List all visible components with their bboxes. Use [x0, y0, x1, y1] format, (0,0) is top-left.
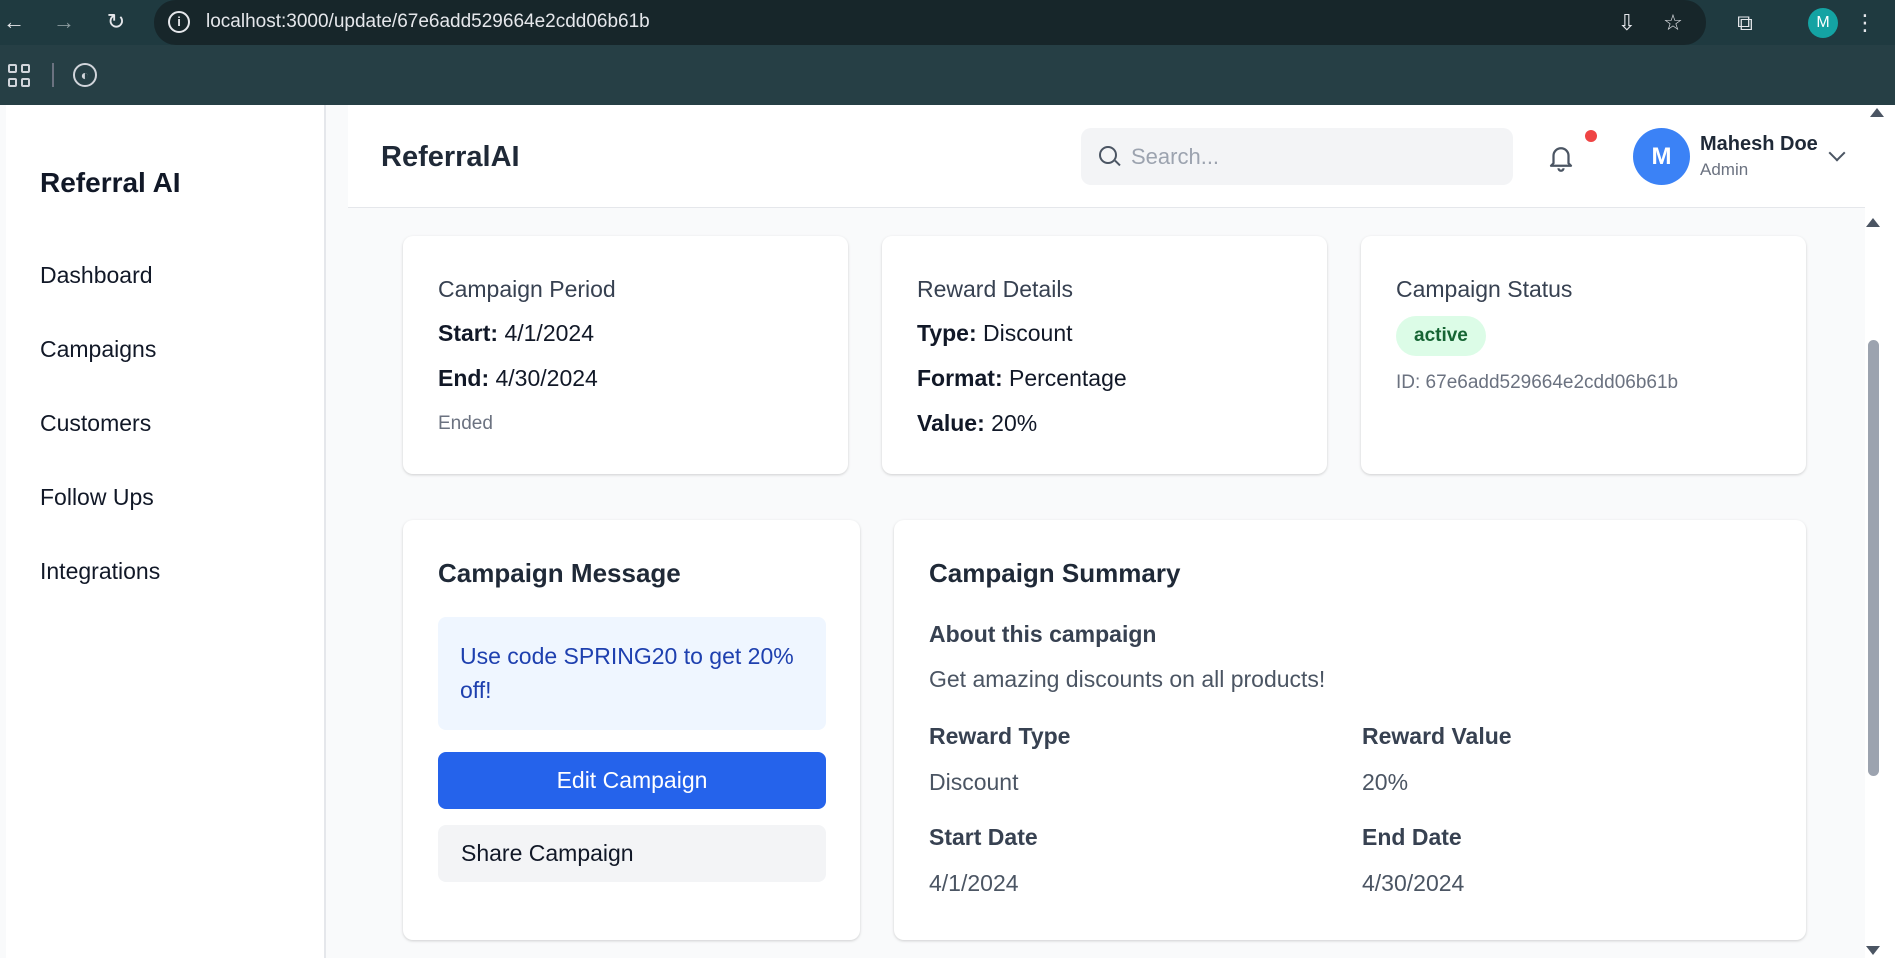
forward-arrow-icon[interactable]: → [52, 10, 76, 34]
url-text[interactable]: localhost:3000/update/67e6add529664e2cdd… [206, 11, 650, 33]
bookmarks-divider [52, 63, 54, 87]
scrollbar-thumb[interactable] [1868, 340, 1879, 776]
value-value: 20% [991, 410, 1038, 436]
sidebar-item-dashboard[interactable]: Dashboard [40, 262, 153, 289]
end-value: 4/30/2024 [495, 365, 598, 391]
end-row: End: 4/30/2024 [438, 365, 598, 392]
back-arrow-icon[interactable]: ← [2, 10, 26, 34]
sidebar-item-campaigns[interactable]: Campaigns [40, 336, 156, 363]
type-value: Discount [983, 320, 1073, 346]
globe-icon[interactable]: ◐ [73, 63, 97, 87]
sidebar-item-follow-ups[interactable]: Follow Ups [40, 484, 154, 511]
campaign-period-card: Campaign Period Start: 4/1/2024 End: 4/3… [403, 236, 848, 474]
campaign-message-card: Campaign Message Use code SPRING20 to ge… [403, 520, 860, 940]
about-text: Get amazing discounts on all products! [929, 666, 1326, 692]
browser-toolbar: ← → ↻ i localhost:3000/update/67e6add529… [0, 0, 1895, 45]
search-icon [1099, 146, 1117, 164]
start-value: 4/1/2024 [504, 320, 594, 346]
scroll-up-arrow-icon[interactable] [1870, 108, 1884, 117]
more-menu-icon[interactable]: ⋮ [1852, 10, 1878, 36]
value-label: Value: [917, 410, 985, 436]
profile-avatar[interactable]: M [1808, 8, 1838, 38]
card-heading: Reward Details [917, 276, 1073, 302]
notification-dot [1585, 130, 1597, 142]
end-label: End: [438, 365, 490, 391]
value-row: Value: 20% [917, 410, 1037, 437]
type-label: Type: [917, 320, 977, 346]
sidebar-item-customers[interactable]: Customers [40, 410, 151, 437]
section-title: Campaign Summary [929, 558, 1181, 588]
campaign-id: ID: 67e6add529664e2cdd06b61b [1396, 372, 1679, 393]
status-badge: active [1396, 316, 1486, 356]
reload-icon[interactable]: ↻ [104, 10, 128, 34]
scroll-down-arrow-icon[interactable] [1866, 946, 1880, 955]
reward-type-value: Discount [929, 769, 1019, 795]
end-date-label: End Date [1362, 824, 1462, 850]
start-row: Start: 4/1/2024 [438, 320, 594, 347]
search-input[interactable] [1131, 128, 1501, 185]
reward-type-label: Reward Type [929, 723, 1071, 749]
sidebar-item-integrations[interactable]: Integrations [40, 558, 160, 585]
reward-value-value: 20% [1362, 769, 1409, 795]
bell-icon[interactable] [1546, 141, 1576, 173]
format-value: Percentage [1009, 365, 1127, 391]
format-row: Format: Percentage [917, 365, 1127, 392]
section-title: Campaign Message [438, 558, 681, 588]
end-date-value: 4/30/2024 [1362, 870, 1465, 896]
page-title: ReferralAI [381, 141, 520, 173]
address-bar[interactable]: i localhost:3000/update/67e6add529664e2c… [154, 0, 1706, 45]
type-row: Type: Discount [917, 320, 1073, 347]
reward-details-card: Reward Details Type: Discount Format: Pe… [882, 236, 1327, 474]
user-role: Admin [1700, 160, 1749, 179]
bookmark-star-icon[interactable]: ☆ [1660, 10, 1686, 36]
card-heading: Campaign Period [438, 276, 616, 302]
reward-value-label: Reward Value [1362, 723, 1512, 749]
campaign-message-text: Use code SPRING20 to get 20% off! [438, 617, 826, 730]
app-shell: Referral AI Dashboard Campaigns Customer… [0, 105, 1895, 958]
site-info-icon[interactable]: i [168, 11, 190, 33]
user-name[interactable]: Mahesh Doe [1700, 133, 1818, 156]
apps-grid-icon[interactable] [8, 64, 32, 88]
start-label: Start: [438, 320, 499, 346]
sidebar: Referral AI Dashboard Campaigns Customer… [6, 105, 326, 958]
chevron-down-icon[interactable] [1828, 144, 1846, 162]
about-label: About this campaign [929, 621, 1157, 647]
extensions-icon[interactable]: ⧉ [1732, 10, 1758, 36]
edit-campaign-button[interactable]: Edit Campaign [438, 752, 826, 809]
top-header: ReferralAI M Mahesh Doe Admin [348, 105, 1895, 208]
sidebar-brand: Referral AI [40, 167, 181, 198]
install-app-icon[interactable]: ⇩ [1614, 10, 1640, 36]
user-avatar[interactable]: M [1633, 128, 1690, 185]
content-scroll-up-arrow-icon[interactable] [1866, 218, 1880, 227]
share-campaign-button[interactable]: Share Campaign [438, 825, 826, 882]
start-date-value: 4/1/2024 [929, 870, 1019, 896]
format-label: Format: [917, 365, 1003, 391]
search-box[interactable] [1081, 128, 1513, 185]
period-status-note: Ended [438, 413, 493, 434]
bookmarks-bar [0, 45, 1895, 105]
card-heading: Campaign Status [1396, 276, 1573, 302]
start-date-label: Start Date [929, 824, 1038, 850]
campaign-status-card: Campaign Status active ID: 67e6add529664… [1361, 236, 1806, 474]
campaign-summary-card: Campaign Summary About this campaign Get… [894, 520, 1806, 940]
